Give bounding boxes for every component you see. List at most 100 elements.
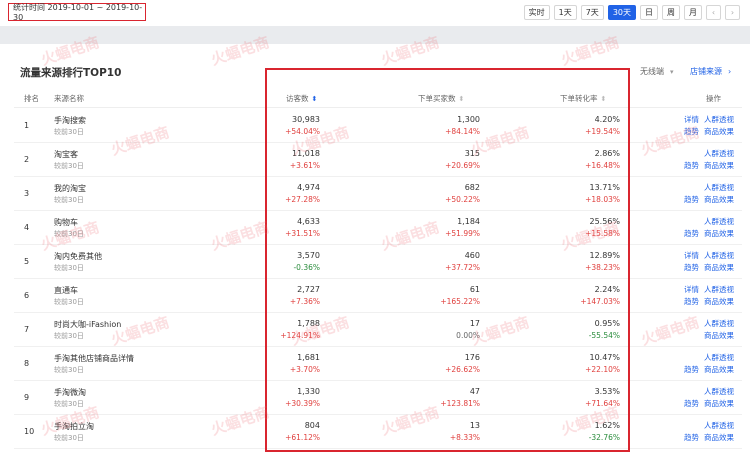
action-link[interactable]: 趋势 [684, 364, 699, 376]
visitors-change: -0.36% [293, 263, 320, 272]
action-line: 人群透视 [674, 420, 734, 432]
action-link[interactable]: 人群透视 [704, 216, 734, 228]
visitors-change: +61.12% [285, 433, 320, 442]
buyers-value: 682 [464, 183, 480, 192]
buyers-value: 460 [464, 251, 480, 260]
range-7day-button[interactable]: 7天 [580, 5, 604, 20]
action-link[interactable]: 商品效果 [704, 364, 734, 376]
col-buyers-label: 下单买家数 [418, 94, 456, 103]
col-buyers[interactable]: 下单买家数 ⬍ [418, 93, 464, 104]
row-actions: 人群透视 趋势 商品效果 [674, 420, 734, 444]
col-conversion[interactable]: 下单转化率 ⬍ [560, 93, 606, 104]
action-link[interactable]: 详情 [684, 250, 699, 262]
row-actions: 人群透视 趋势 商品效果 [674, 148, 734, 172]
compare-label: 较前30日 [54, 298, 84, 306]
range-week-button[interactable]: 周 [662, 5, 680, 20]
source-name: 手淘微淘 [54, 388, 86, 397]
action-line: 趋势 商品效果 [674, 296, 734, 308]
buyers-value: 315 [464, 149, 480, 158]
action-link[interactable]: 人群透视 [704, 386, 734, 398]
action-link[interactable]: 详情 [684, 284, 699, 296]
action-link[interactable]: 趋势 [684, 262, 699, 274]
buyers-change: 0.00% [456, 331, 480, 340]
range-realtime-button[interactable]: 实时 [523, 5, 550, 20]
action-link[interactable]: 人群透视 [704, 182, 734, 194]
buyers-change: +8.33% [449, 433, 480, 442]
conversion-value: 0.95% [594, 319, 620, 328]
action-line: 人群透视 [674, 386, 734, 398]
range-1day-button[interactable]: 1天 [553, 5, 577, 20]
conversion-value: 2.86% [594, 149, 620, 158]
source-name: 时尚大咖-iFashion [54, 320, 122, 329]
action-link[interactable]: 人群透视 [704, 148, 734, 160]
chevron-left-icon[interactable]: ‹ [706, 5, 721, 20]
action-link[interactable]: 趋势 [684, 296, 699, 308]
buyers-change: +51.99% [445, 229, 480, 238]
chevron-down-icon: ▾ [670, 67, 674, 76]
action-link[interactable]: 人群透视 [704, 250, 734, 262]
action-link[interactable]: 趋势 [684, 228, 699, 240]
compare-label: 较前30日 [54, 230, 84, 238]
col-source-name: 来源名称 [54, 94, 84, 103]
conversion-change: +38.23% [585, 263, 620, 272]
buyers-change: +50.22% [445, 195, 480, 204]
device-mode-select[interactable]: 无线端 ▾ [640, 66, 674, 77]
visitors-change: +3.70% [289, 365, 320, 374]
table-row: 2 淘宝客 较前30日 11,018 +3.61% 315 +20.69% 2.86% +16.… [14, 142, 742, 177]
col-visitors[interactable]: 访客数 ⬍ [286, 93, 317, 104]
conversion-value: 25.56% [589, 217, 620, 226]
action-link[interactable]: 商品效果 [704, 194, 734, 206]
action-link[interactable]: 详情 [684, 114, 699, 126]
action-link[interactable]: 商品效果 [704, 160, 734, 172]
action-link[interactable]: 趋势 [684, 432, 699, 444]
shop-source-link[interactable]: 店铺来源 › [690, 66, 731, 77]
action-link[interactable]: 趋势 [684, 126, 699, 138]
visitors-value: 1,681 [297, 353, 320, 362]
action-line: 人群透视 [674, 148, 734, 160]
action-link[interactable]: 商品效果 [704, 432, 734, 444]
action-link[interactable]: 人群透视 [704, 420, 734, 432]
chevron-right-icon[interactable]: › [725, 5, 740, 20]
action-link[interactable]: 人群透视 [704, 284, 734, 296]
action-link[interactable]: 商品效果 [704, 398, 734, 410]
action-link[interactable]: 趋势 [684, 194, 699, 206]
action-link[interactable]: 趋势 [684, 398, 699, 410]
buyers-value: 47 [469, 387, 480, 396]
action-link[interactable]: 人群透视 [704, 114, 734, 126]
visitors-change: +31.51% [285, 229, 320, 238]
action-line: 趋势 商品效果 [674, 364, 734, 376]
action-link[interactable]: 人群透视 [704, 318, 734, 330]
range-30day-button[interactable]: 30天 [607, 5, 636, 20]
conversion-value: 3.53% [594, 387, 620, 396]
buyers-value: 176 [464, 353, 480, 362]
conversion-value: 10.47% [589, 353, 620, 362]
compare-label: 较前30日 [54, 162, 84, 170]
action-link[interactable]: 商品效果 [704, 228, 734, 240]
action-link[interactable]: 人群透视 [704, 352, 734, 364]
buyers-change: +165.22% [440, 297, 480, 306]
rank-cell: 7 [24, 325, 30, 334]
visitors-change: +27.28% [285, 195, 320, 204]
action-link[interactable]: 商品效果 [704, 262, 734, 274]
traffic-source-panel: 流量来源排行TOP10 无线端 ▾ 店铺来源 › 排名 来源名称 访客数 ⬍ 下单买… [0, 44, 750, 466]
action-line: 趋势 商品效果 [674, 160, 734, 172]
table-row: 8 手淘其他店铺商品详情 较前30日 1,681 +3.70% 176 +26.62% 10.… [14, 346, 742, 381]
rank-cell: 10 [24, 427, 35, 436]
compare-label: 较前30日 [54, 264, 84, 272]
compare-label: 较前30日 [54, 128, 84, 136]
conversion-value: 13.71% [589, 183, 620, 192]
compare-label: 较前30日 [54, 332, 84, 340]
row-actions: 人群透视 趋势 商品效果 [674, 182, 734, 206]
action-link[interactable]: 趋势 [684, 160, 699, 172]
action-link[interactable]: 商品效果 [704, 330, 734, 342]
action-link[interactable]: 商品效果 [704, 296, 734, 308]
conversion-change: +19.54% [585, 127, 620, 136]
buyers-change: +84.14% [445, 127, 480, 136]
action-link[interactable]: 商品效果 [704, 126, 734, 138]
range-day-button[interactable]: 日 [640, 5, 658, 20]
range-month-button[interactable]: 月 [684, 5, 702, 20]
rank-cell: 2 [24, 155, 30, 164]
buyers-change: +37.72% [445, 263, 480, 272]
device-mode-label: 无线端 [640, 67, 664, 76]
table-row: 7 时尚大咖-iFashion 较前30日 1,788 +124.91% 17 0.00% 0… [14, 312, 742, 347]
